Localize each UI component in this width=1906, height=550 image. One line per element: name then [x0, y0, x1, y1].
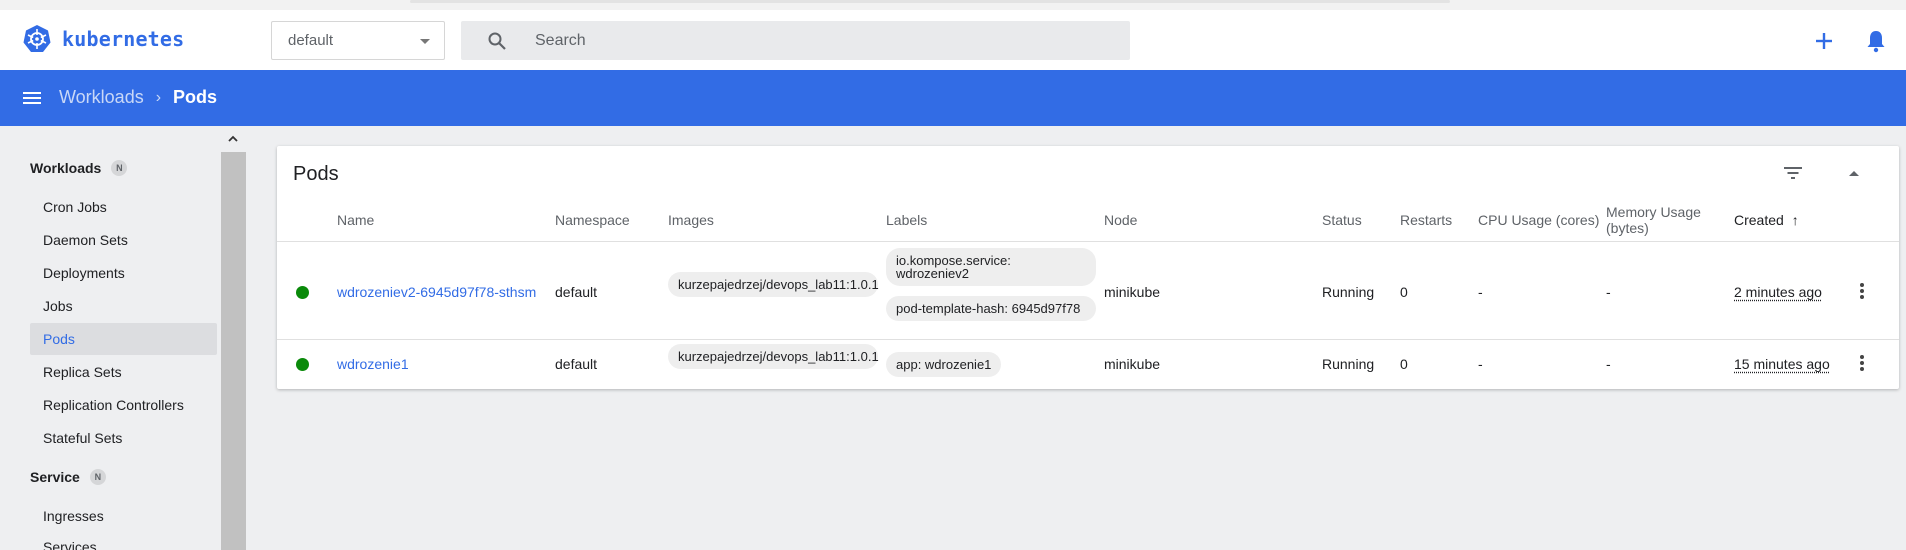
scrollbar-thumb[interactable] — [221, 152, 246, 550]
pod-node: minikube — [1104, 284, 1160, 300]
sidebar-group-label: Service — [30, 469, 80, 485]
sort-arrow-icon: ↑ — [1792, 212, 1799, 228]
sidebar-item-replica-sets[interactable]: Replica Sets — [30, 356, 217, 388]
column-header-labels: Labels — [886, 212, 927, 228]
search-placeholder: Search — [535, 32, 586, 50]
sidebar-item-jobs[interactable]: Jobs — [30, 290, 217, 322]
pod-restarts: 0 — [1400, 356, 1408, 372]
pod-memory: - — [1606, 284, 1611, 300]
column-header-namespace[interactable]: Namespace — [555, 212, 630, 228]
column-header-created[interactable]: Created ↑ — [1734, 212, 1799, 228]
pod-memory: - — [1606, 356, 1611, 372]
namespace-select[interactable]: default — [271, 21, 445, 60]
sidebar-item-pods[interactable]: Pods — [30, 323, 217, 355]
plus-icon[interactable] — [1813, 30, 1835, 52]
pod-cpu: - — [1478, 356, 1483, 372]
column-header-restarts: Restarts — [1400, 212, 1452, 228]
sidebar-group-label: Workloads — [30, 160, 101, 176]
pod-created: 2 minutes ago — [1734, 284, 1822, 300]
pod-name-link[interactable]: wdrozenie1 — [337, 356, 409, 372]
logo-text: kubernetes — [62, 27, 184, 51]
column-header-node[interactable]: Node — [1104, 212, 1137, 228]
sidebar-item-deployments[interactable]: Deployments — [30, 257, 217, 289]
sidebar-item-label: Ingresses — [43, 508, 104, 524]
column-header-images: Images — [668, 212, 714, 228]
sidebar-item-label: Daemon Sets — [43, 232, 128, 248]
column-header-memory: Memory Usage (bytes) — [1606, 204, 1716, 236]
pod-status: Running — [1322, 356, 1374, 372]
sidebar-item-services[interactable]: Services — [30, 531, 217, 550]
pod-status: Running — [1322, 284, 1374, 300]
sidebar-item-stateful-sets[interactable]: Stateful Sets — [30, 422, 217, 454]
chevron-down-icon — [420, 39, 430, 44]
namespace-value: default — [288, 32, 333, 49]
menu-icon[interactable] — [22, 88, 42, 108]
sidebar-item-label: Jobs — [43, 298, 73, 314]
breadcrumb-workloads-link[interactable]: Workloads — [59, 87, 144, 108]
pod-name-link[interactable]: wdrozeniev2-6945d97f78-sthsm — [337, 284, 536, 300]
namespaced-badge: N — [90, 469, 106, 485]
more-vert-icon[interactable] — [1860, 283, 1864, 299]
kubernetes-logo-icon — [22, 24, 52, 54]
kubernetes-logo[interactable]: kubernetes — [22, 24, 184, 54]
header-divider — [277, 241, 1899, 242]
breadcrumb: Workloads › Pods — [59, 87, 217, 108]
sidebar-item-cron-jobs[interactable]: Cron Jobs — [30, 191, 217, 223]
search-input[interactable]: Search — [461, 21, 1130, 60]
sidebar-item-ingresses[interactable]: Ingresses — [30, 500, 217, 532]
column-header-name[interactable]: Name — [337, 212, 374, 228]
sidebar-item-label: Pods — [43, 331, 75, 347]
chevron-right-icon: › — [156, 89, 161, 107]
top-bar: kubernetes default Search — [0, 0, 1906, 70]
sidebar-item-label: Replica Sets — [43, 364, 122, 380]
sidebar-item-label: Stateful Sets — [43, 430, 122, 446]
breadcrumb-current: Pods — [173, 87, 217, 108]
more-vert-icon[interactable] — [1860, 355, 1864, 371]
sidebar-scrollbar[interactable] — [220, 126, 246, 550]
app-bar: Workloads › Pods — [0, 70, 1906, 126]
sidebar-group-workloads[interactable]: Workloads N — [30, 160, 127, 176]
column-header-created-label: Created — [1734, 212, 1784, 228]
chevron-up-icon[interactable] — [228, 134, 238, 144]
bell-icon[interactable] — [1865, 29, 1887, 53]
status-running-icon — [296, 286, 309, 299]
pod-namespace: default — [555, 284, 597, 300]
search-icon — [487, 31, 507, 51]
image-chip: kurzepajedrzej/devops_lab11:1.0.1 — [668, 344, 878, 369]
pod-restarts: 0 — [1400, 284, 1408, 300]
filter-icon[interactable] — [1783, 165, 1803, 181]
card-title: Pods — [293, 163, 339, 186]
pod-created: 15 minutes ago — [1734, 356, 1830, 372]
sidebar-group-service[interactable]: Service N — [30, 469, 106, 485]
label-chip: io.kompose.service: wdrozeniev2 — [886, 248, 1096, 286]
label-chip: pod-template-hash: 6945d97f78 — [886, 296, 1096, 321]
sidebar-item-label: Deployments — [43, 265, 125, 281]
sidebar-item-label: Services — [43, 539, 97, 550]
sidebar-item-label: Replication Controllers — [43, 397, 184, 413]
image-chip: kurzepajedrzej/devops_lab11:1.0.1 — [668, 272, 878, 297]
column-header-status[interactable]: Status — [1322, 212, 1362, 228]
label-chip: app: wdrozenie1 — [886, 352, 1001, 377]
column-header-cpu: CPU Usage (cores) — [1478, 212, 1599, 228]
sidebar-item-daemon-sets[interactable]: Daemon Sets — [30, 224, 217, 256]
pod-node: minikube — [1104, 356, 1160, 372]
namespaced-badge: N — [111, 160, 127, 176]
pods-card: Pods Name Namespace Images Labels Node S… — [277, 146, 1899, 389]
collapse-icon[interactable] — [1848, 169, 1860, 177]
row-divider — [277, 339, 1899, 340]
sidebar-item-label: Cron Jobs — [43, 199, 107, 215]
sidebar: Workloads N Cron Jobs Daemon Sets Deploy… — [0, 126, 220, 550]
sidebar-item-replication-controllers[interactable]: Replication Controllers — [30, 389, 217, 421]
horizontal-scrollbar[interactable] — [410, 0, 1450, 3]
pod-namespace: default — [555, 356, 597, 372]
pod-cpu: - — [1478, 284, 1483, 300]
status-running-icon — [296, 358, 309, 371]
